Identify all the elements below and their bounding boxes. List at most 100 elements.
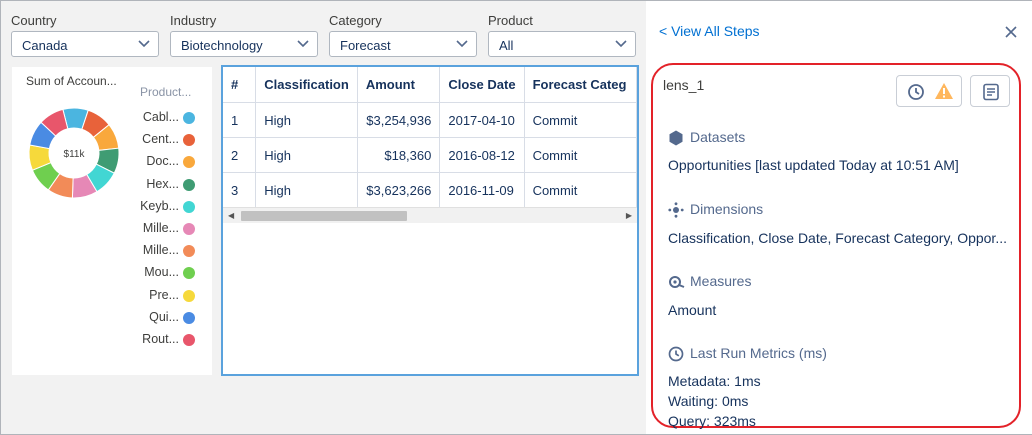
scroll-right-icon[interactable]: ▶: [626, 211, 632, 220]
step-name: lens_1: [663, 77, 705, 93]
table-cell: 2017-04-10: [439, 102, 525, 138]
filter-value: Biotechnology: [181, 38, 263, 53]
legend-swatch: [183, 289, 195, 302]
chart-legend: Cabl... Cent... Doc... Hex... Keyb... Mille..…: [122, 107, 207, 351]
dimensions-icon: [668, 202, 684, 218]
details-button[interactable]: [970, 75, 1010, 107]
legend-item[interactable]: Mou...: [122, 262, 207, 284]
warning-icon: [935, 83, 953, 99]
table-cell: 2016-11-09: [439, 172, 525, 208]
scroll-left-icon[interactable]: ◀: [228, 211, 234, 220]
legend-swatch: [183, 333, 195, 346]
legend-swatch: [183, 267, 195, 280]
filter-bar: Country Canada Industry Biotechnology Ca…: [7, 11, 642, 59]
country-select[interactable]: Canada: [11, 31, 159, 57]
legend-item[interactable]: Pre...: [122, 285, 207, 307]
document-icon: [983, 83, 999, 101]
legend-label: Rout...: [142, 331, 179, 346]
category-select[interactable]: Forecast: [329, 31, 477, 57]
table-row[interactable]: 2 High $18,360 2016-08-12 Commit: [223, 137, 637, 173]
close-icon[interactable]: [1004, 25, 1018, 39]
legend-label: Doc...: [146, 154, 179, 169]
table-cell: High: [255, 102, 358, 138]
legend-swatch: [183, 222, 195, 235]
datasets-value: Opportunities [last updated Today at 10:…: [668, 157, 959, 173]
table-cell: High: [255, 172, 358, 208]
column-header[interactable]: Classification: [255, 67, 358, 103]
legend-label: Hex...: [146, 176, 179, 191]
chevron-down-icon: [456, 40, 468, 48]
column-header[interactable]: Close Date: [439, 67, 525, 103]
history-warning-button[interactable]: [896, 75, 962, 107]
clock-icon: [668, 346, 684, 362]
filter-label: Product: [488, 13, 533, 28]
chevron-down-icon: [297, 40, 309, 48]
industry-select[interactable]: Biotechnology: [170, 31, 318, 57]
table-cell: 1: [223, 102, 257, 138]
values-table: # Classification Amount Close Date Forec…: [223, 67, 637, 208]
table-cell: Commit: [524, 102, 637, 138]
filter-label: Category: [329, 13, 382, 28]
filter-value: All: [499, 38, 514, 53]
legend-label: Mille...: [142, 243, 179, 258]
view-all-steps-link[interactable]: < View All Steps: [659, 23, 760, 39]
table-row[interactable]: 3 High $3,623,266 2016-11-09 Commit: [223, 172, 637, 208]
legend-swatch: [183, 245, 195, 258]
horizontal-scrollbar[interactable]: ◀ ▶: [223, 207, 637, 223]
table-cell: Commit: [524, 137, 637, 173]
metric-waiting: Waiting: 0ms: [668, 393, 749, 409]
filter-industry: Industry Biotechnology: [166, 11, 318, 57]
product-select[interactable]: All: [488, 31, 636, 57]
legend-item[interactable]: Mille...: [122, 240, 207, 262]
legend-item[interactable]: Cabl...: [122, 107, 207, 129]
table-cell: $3,623,266: [357, 172, 441, 208]
legend-label: Qui...: [149, 309, 179, 324]
hexagon-icon: [669, 130, 683, 146]
filter-country: Country Canada: [7, 11, 159, 57]
column-header[interactable]: #: [223, 67, 257, 103]
donut-chart-widget[interactable]: Sum of Accoun... Product... $11k Cabl...…: [12, 67, 212, 375]
metric-query: Query: 323ms: [668, 413, 756, 429]
table-cell: 3: [223, 172, 257, 208]
filter-product: Product All: [484, 11, 636, 57]
chevron-down-icon: [138, 40, 150, 48]
donut-chart[interactable]: $11k: [20, 99, 128, 207]
table-cell: 2: [223, 137, 257, 173]
column-header[interactable]: Amount: [357, 67, 441, 103]
legend-label: Cabl...: [142, 110, 179, 124]
column-header[interactable]: Forecast Categ: [524, 67, 637, 103]
filter-label: Industry: [170, 13, 217, 28]
legend-swatch: [183, 134, 195, 147]
legend-item[interactable]: Rout...: [122, 329, 207, 351]
legend-item[interactable]: Qui...: [122, 307, 207, 329]
datasets-label: Datasets: [690, 129, 746, 145]
filter-value: Canada: [22, 38, 68, 53]
clock-icon: [908, 84, 924, 100]
legend-item[interactable]: Mille...: [122, 218, 207, 240]
scrollbar-thumb[interactable]: [241, 211, 407, 221]
metrics-label: Last Run Metrics (ms): [690, 345, 827, 361]
legend-item[interactable]: Doc...: [122, 151, 207, 173]
table-row[interactable]: 1 High $3,254,936 2017-04-10 Commit: [223, 102, 637, 138]
values-table-widget[interactable]: # Classification Amount Close Date Forec…: [221, 65, 639, 376]
legend-label: Keyb...: [140, 198, 179, 213]
legend-item[interactable]: Keyb...: [122, 196, 207, 218]
donut-center-label: $11k: [64, 149, 86, 160]
step-details-panel: < View All Steps lens_1 Datasets Opportu…: [646, 1, 1032, 434]
metric-metadata: Metadata: 1ms: [668, 373, 761, 389]
app-frame: Country Canada Industry Biotechnology Ca…: [0, 0, 1032, 435]
legend-swatch: [183, 112, 195, 124]
measures-value: Amount: [668, 302, 717, 318]
legend-item[interactable]: Hex...: [122, 174, 207, 196]
legend-swatch: [183, 311, 195, 324]
measures-label: Measures: [690, 273, 752, 289]
legend-item[interactable]: Cent...: [122, 129, 207, 151]
filter-value: Forecast: [340, 38, 391, 53]
legend-swatch: [183, 178, 195, 191]
legend-label: Cent...: [142, 132, 179, 147]
table-cell: Commit: [524, 172, 637, 208]
legend-swatch: [183, 156, 195, 169]
legend-swatch: [183, 200, 195, 213]
dimensions-label: Dimensions: [690, 201, 764, 217]
chart-title: Sum of Accoun...: [26, 74, 117, 88]
